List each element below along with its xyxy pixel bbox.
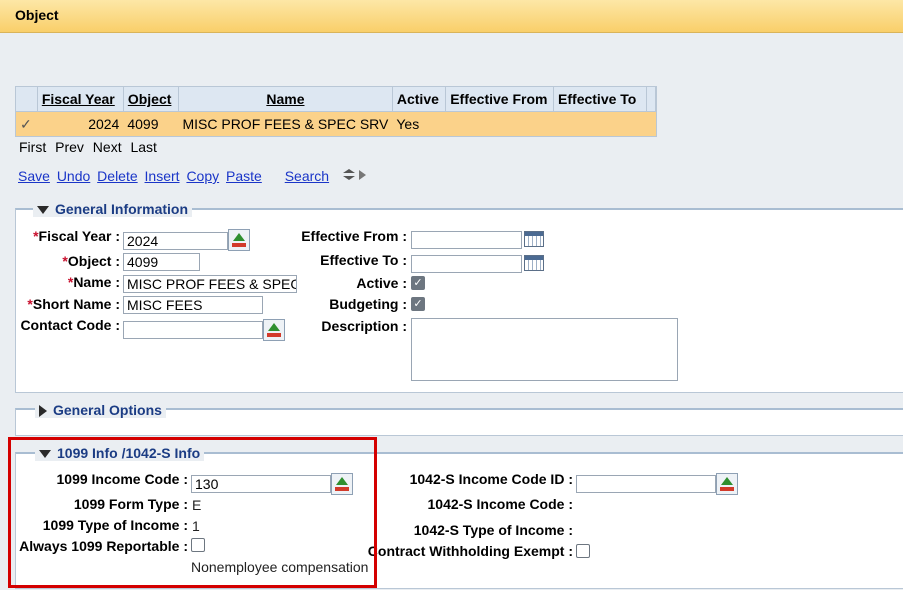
fiscal-year-label: *Fiscal Year : [33,228,120,244]
general-options-title: General Options [53,402,162,418]
name-label: *Name : [67,274,120,290]
contact-code-field[interactable] [123,321,263,339]
pager-next[interactable]: Next [93,139,122,155]
description-textarea[interactable] [411,318,678,381]
cell-name: MISC PROF FEES & SPEC SRV [178,111,393,136]
row-selected-check-icon: ✓ [16,111,38,136]
copy-button[interactable]: Copy [186,168,219,184]
cell-object: 4099 [123,111,179,136]
undo-button[interactable]: Undo [57,168,90,184]
save-button[interactable]: Save [18,168,50,184]
effective-to-label: Effective To : [320,252,407,268]
income-code-id-1042s-lookup-icon[interactable] [716,473,738,495]
column-header-effective-from[interactable]: Effective From [445,87,555,112]
short-name-field[interactable]: MISC FEES [123,296,263,314]
pager-last[interactable]: Last [130,139,156,155]
name-field[interactable]: MISC PROF FEES & SPEC [123,275,297,293]
contact-code-label: Contact Code : [20,317,120,333]
search-tools-icon[interactable] [342,168,370,182]
expand-triangle-icon [39,405,47,418]
cell-spacer [646,111,656,136]
collapse-triangle-icon [37,206,49,215]
pager-first[interactable]: First [19,139,46,155]
description-label: Description : [321,318,407,334]
cell-effective-from [445,111,554,136]
paste-button[interactable]: Paste [226,168,262,184]
column-header-name[interactable]: Name [178,87,393,112]
income-code-id-1042s-label: 1042-S Income Code ID : [409,471,573,487]
grid-pager: First Prev Next Last [19,139,162,155]
search-button[interactable]: Search [285,168,329,184]
general-information-header[interactable]: General Information [33,201,193,217]
general-options-header[interactable]: General Options [35,402,166,418]
budgeting-checkbox[interactable]: ✓ [411,297,425,311]
insert-button[interactable]: Insert [145,168,180,184]
contract-withholding-exempt-label: Contract Withholding Exempt : [367,543,573,559]
type-of-income-1042s-label: 1042-S Type of Income : [413,522,573,538]
cell-effective-to [553,111,647,136]
active-label: Active : [356,275,407,291]
delete-button[interactable]: Delete [97,168,137,184]
effective-from-calendar-icon[interactable] [524,231,544,247]
window-title: Object [15,7,59,23]
contract-withholding-exempt-checkbox[interactable] [576,544,590,558]
window-title-bar: Object [0,0,903,33]
column-header-effective-to[interactable]: Effective To [553,87,647,112]
column-header-object[interactable]: Object [123,87,179,112]
income-code-1042s-label: 1042-S Income Code : [427,496,574,512]
active-checkbox[interactable]: ✓ [411,276,425,290]
income-code-id-1042s-field[interactable] [576,475,716,493]
grid-header-spacer [646,87,656,112]
highlight-box [8,437,377,588]
fiscal-year-lookup-icon[interactable] [228,229,250,251]
cell-active: Yes [392,111,446,136]
column-header-active[interactable]: Active [392,87,447,112]
cell-fiscal-year: 2024 [37,111,124,136]
object-field[interactable]: 4099 [123,253,200,271]
toolbar: Save Undo Delete Insert Copy Paste Searc… [18,168,332,184]
effective-from-field[interactable] [411,231,522,249]
short-name-label: *Short Name : [27,296,120,312]
effective-to-field[interactable] [411,255,522,273]
pager-prev[interactable]: Prev [55,139,84,155]
objects-grid: Fiscal Year Object Name Active Effective… [15,86,657,137]
effective-to-calendar-icon[interactable] [524,255,544,271]
general-information-title: General Information [55,201,189,217]
effective-from-label: Effective From : [301,228,407,244]
column-header-fiscal-year[interactable]: Fiscal Year [37,87,124,112]
fiscal-year-field[interactable]: 2024 [123,232,228,250]
object-label: *Object : [62,253,120,269]
budgeting-label: Budgeting : [329,296,407,312]
grid-header-check [16,87,38,112]
table-row[interactable]: ✓ 2024 4099 MISC PROF FEES & SPEC SRV Ye… [16,111,656,136]
grid-header-row: Fiscal Year Object Name Active Effective… [16,87,656,112]
contact-code-lookup-icon[interactable] [263,319,285,341]
